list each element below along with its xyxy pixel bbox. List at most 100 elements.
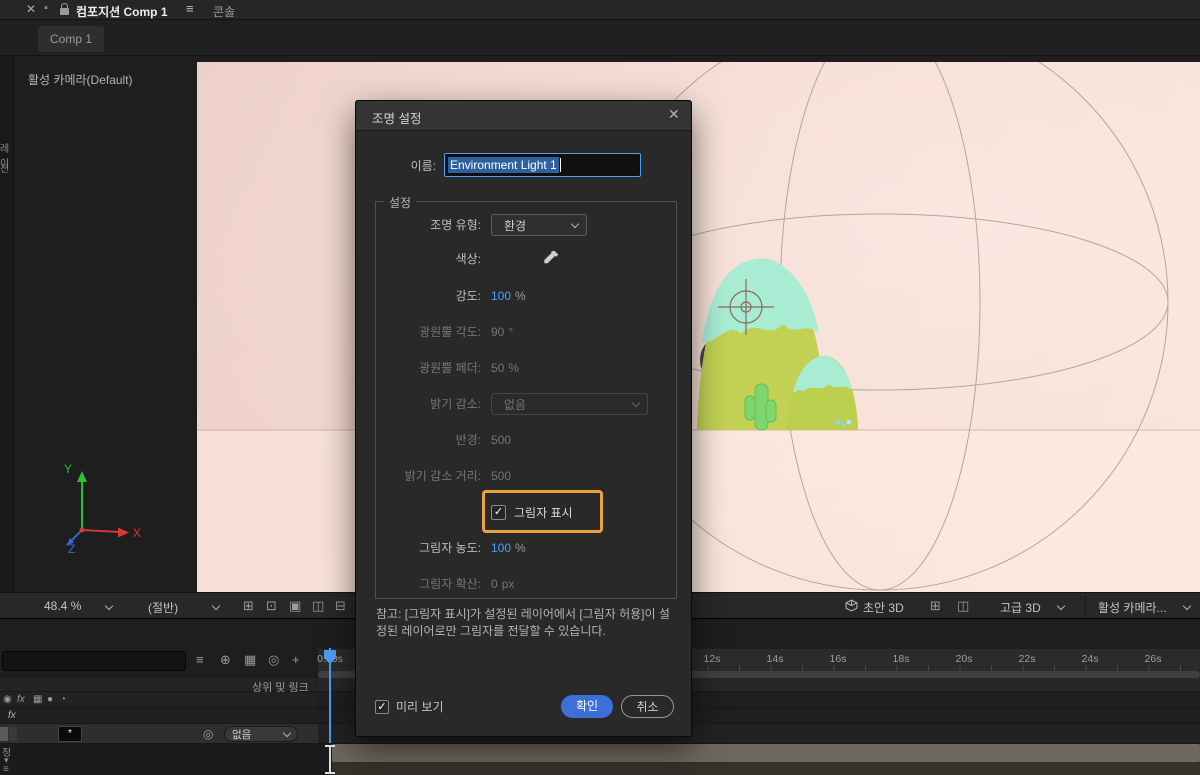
name-input-selected-text: Environment Light 1 — [448, 157, 559, 173]
composition-viewport[interactable] — [197, 62, 1200, 592]
radius-label: 반경: — [381, 429, 481, 451]
draft-toggle-icon[interactable]: ⊕ — [220, 652, 231, 668]
playhead-ibeam[interactable] — [325, 745, 335, 774]
panel-menu-icon[interactable]: ≡ — [186, 1, 194, 16]
ruler-label: 26s — [1145, 653, 1162, 665]
video-icon[interactable]: ◉ — [3, 694, 12, 705]
shadow-darkness-label: 그림자 농도: — [381, 537, 481, 559]
comp-1-tab-label: Comp 1 — [50, 32, 92, 46]
light-type-chevron-icon — [571, 219, 579, 227]
horizontal-scrollbar-thumb[interactable] — [332, 744, 1200, 762]
light-type-value: 환경 — [504, 217, 526, 234]
light-type-dropdown[interactable]: 환경 — [491, 214, 587, 236]
layer-thumbnail[interactable]: * — [58, 726, 82, 742]
falloff-dropdown: 없음 — [491, 393, 648, 415]
ruler-label: 12s — [704, 653, 721, 665]
3d-view-split-icon[interactable]: ◫ — [957, 598, 969, 614]
parent-dropdown[interactable]: 없음 — [224, 726, 298, 742]
shy-icon[interactable]: ◔ — [60, 694, 66, 705]
shadow-diffusion-label: 그림자 확산: — [381, 573, 481, 595]
view-layout-chevron-icon[interactable] — [1183, 602, 1191, 610]
view-layout-dropdown[interactable]: 활성 카메라... — [1098, 599, 1167, 616]
ruler-label: 14s — [767, 653, 784, 665]
parent-dropdown-chevron-icon — [283, 728, 291, 736]
cone-angle-unit: ° — [508, 325, 513, 339]
falloff-value: 없음 — [504, 396, 526, 413]
cone-feather-unit: % — [508, 361, 519, 375]
panel-close-icon[interactable]: ✕ — [26, 2, 36, 16]
draft-3d-toggle[interactable]: 초안 3D — [863, 599, 904, 616]
viewport-scene — [197, 62, 1200, 592]
intensity-unit: % — [515, 289, 526, 303]
ruler-label: 18s — [893, 653, 910, 665]
axis-gizmo: Y X Z — [52, 458, 152, 568]
eyedropper-icon[interactable] — [542, 249, 560, 267]
frame-blend-icon[interactable]: ▦ — [244, 652, 256, 668]
3d-ground-plane-icon[interactable]: ⊞ — [930, 598, 941, 614]
casts-shadows-checkbox[interactable] — [491, 505, 506, 520]
ground-plane — [197, 430, 1200, 592]
dialog-titlebar[interactable]: 조명 설정 ✕ — [356, 101, 691, 131]
panel-tab-bar: ✕ ▪ 컴포지션 Comp 1 ≡ 콘솔 — [0, 0, 1200, 20]
active-camera-label: 활성 카메라(Default) — [28, 71, 133, 88]
resolution-chevron-icon[interactable] — [212, 602, 220, 610]
frame-blend-switch-icon[interactable]: ▦ — [33, 694, 42, 705]
composition-mini-flowchart-icon[interactable]: ≡ — [196, 652, 204, 667]
fx-row: fx — [0, 708, 318, 724]
zoom-chevron-icon[interactable] — [105, 602, 113, 610]
name-input[interactable]: Environment Light 1 — [444, 153, 641, 177]
graph-editor-icon[interactable]: + — [292, 652, 300, 667]
comp-1-tab[interactable]: Comp 1 — [38, 26, 104, 52]
ok-button[interactable]: 확인 — [561, 695, 613, 718]
cone-feather-value: 50 — [491, 361, 504, 375]
shadow-diffusion-unit: px — [502, 577, 515, 591]
cancel-button[interactable]: 취소 — [621, 695, 674, 718]
fx-badge[interactable]: fx — [8, 710, 16, 721]
layer-lock-chip[interactable] — [9, 727, 17, 741]
timeline-search-input[interactable] — [2, 651, 186, 671]
layer-color-chip[interactable] — [0, 727, 8, 741]
cone-angle-value: 90 — [491, 325, 504, 339]
exposure-icon[interactable]: ⊟ — [335, 598, 346, 614]
timeline-bottom-strip: 정 ▾ ≡ — [0, 744, 1200, 775]
dialog-close-icon[interactable]: ✕ — [668, 106, 680, 123]
resolution-dropdown[interactable]: (절반) — [148, 599, 178, 616]
fx-icon[interactable]: fx — [17, 694, 25, 705]
tab-composition-comp1[interactable]: 컴포지션 Comp 1 — [76, 3, 168, 20]
channel-icon[interactable]: ◫ — [312, 598, 324, 614]
name-label: 이름: — [376, 157, 436, 174]
dialog-title: 조명 설정 — [372, 108, 421, 127]
region-of-interest-icon[interactable]: ⊞ — [243, 598, 254, 614]
solo-icon[interactable]: ● — [47, 694, 53, 705]
draft-3d-icon[interactable] — [845, 599, 858, 612]
preview-row: 미리 보기 — [375, 698, 444, 715]
zoom-dropdown[interactable]: 48.4 % — [44, 599, 81, 613]
motion-blur-icon[interactable]: ◎ — [268, 652, 279, 668]
parent-pickwhip-icon[interactable]: ◎ — [203, 727, 213, 741]
tab-console[interactable]: 콘솔 — [213, 3, 235, 20]
ruler-label: 16s — [830, 653, 847, 665]
shadows-note-text: 참고: [그림자 표시]가 설정된 레이어에서 [그림자 허용]이 설정된 레이… — [376, 606, 676, 640]
renderer-chevron-icon[interactable] — [1057, 602, 1065, 610]
layer-thumbnail-glyph: * — [68, 728, 72, 739]
preview-checkbox[interactable] — [375, 700, 389, 714]
falloff-label: 밝기 감소: — [381, 393, 481, 415]
mask-visibility-icon[interactable]: ▣ — [289, 598, 301, 614]
color-label: 색상: — [381, 248, 481, 270]
intensity-label: 강도: — [381, 285, 481, 307]
shadow-darkness-value[interactable]: 100 — [491, 541, 511, 555]
intensity-value[interactable]: 100 — [491, 289, 511, 303]
renderer-dropdown[interactable]: 고급 3D — [1000, 599, 1041, 616]
selected-layer-row[interactable]: * ◎ 없음 — [0, 724, 318, 744]
collapsed-left-panel: 레이 션 — [0, 56, 14, 618]
light-type-label: 조명 유형: — [381, 214, 481, 236]
axis-x-label: X — [133, 526, 141, 540]
lock-icon[interactable] — [60, 8, 69, 15]
transparency-grid-icon[interactable]: ⊡ — [266, 598, 277, 614]
timeline-columns-header: 상위 및 링크 — [0, 678, 318, 692]
shadow-darkness-unit: % — [515, 541, 526, 555]
parent-dropdown-value: 없음 — [232, 727, 251, 742]
cone-angle-label: 광원뿔 각도: — [381, 321, 481, 343]
ruler-label: 24s — [1082, 653, 1099, 665]
bottom-menu-icon[interactable]: ≡ — [3, 764, 9, 775]
